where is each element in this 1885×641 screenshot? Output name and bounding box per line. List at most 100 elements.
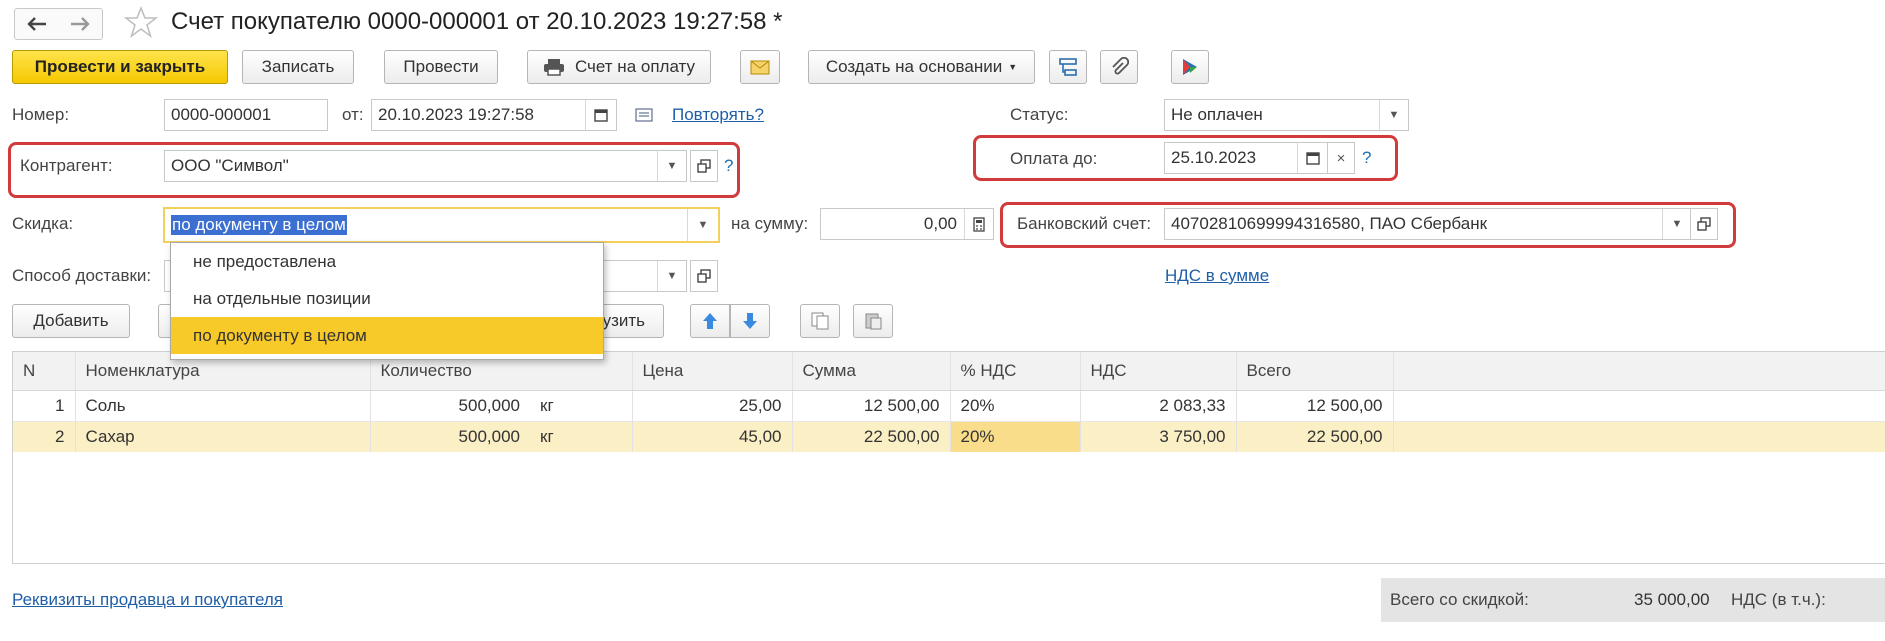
calendar-icon[interactable]: [585, 100, 616, 130]
cell-vat-rate[interactable]: 20%: [950, 390, 1081, 421]
save-button[interactable]: Записать: [242, 50, 354, 84]
cell-vat-rate[interactable]: 20%: [950, 421, 1081, 452]
column-header[interactable]: % НДС: [950, 352, 1081, 391]
bank-account-field[interactable]: 40702810699994316580, ПАО Сбербанк ▼: [1164, 208, 1692, 240]
cell-vat[interactable]: 2 083,33: [1080, 390, 1237, 421]
repeat-link[interactable]: Повторять?: [672, 105, 764, 125]
status-value: Не оплачен: [1171, 105, 1263, 124]
add-row-button[interactable]: Добавить: [12, 304, 130, 338]
total-discount-label: Всего со скидкой:: [1390, 590, 1529, 609]
favorite-star-icon[interactable]: [123, 5, 159, 44]
cell-qty[interactable]: 500,000: [370, 421, 530, 452]
copy-icon: [811, 312, 829, 330]
discount-sum-value: 0,00: [923, 214, 957, 233]
delivery-open-button[interactable]: [690, 260, 718, 292]
contractor-label: Контрагент:: [20, 156, 113, 175]
arrow-right-icon: [71, 17, 90, 31]
cell-empty: [1393, 390, 1885, 421]
move-up-button[interactable]: [690, 304, 730, 338]
dropdown-option[interactable]: не предоставлена: [171, 243, 603, 280]
move-down-button[interactable]: [730, 304, 770, 338]
discount-label: Скидка:: [12, 214, 74, 233]
pay-until-help-icon[interactable]: ?: [1362, 148, 1371, 168]
create-based-on-label: Создать на основании: [825, 57, 1003, 76]
attachment-button[interactable]: [1100, 50, 1138, 84]
cell-price[interactable]: 45,00: [632, 421, 793, 452]
invoice-print-label: Счет на оплату: [574, 57, 696, 76]
back-button[interactable]: [14, 8, 60, 40]
pay-until-field[interactable]: 25.10.2023: [1164, 142, 1329, 174]
contractor-value: ООО "Символ": [171, 156, 289, 175]
cell-sum[interactable]: 22 500,00: [792, 421, 951, 452]
cell-qty[interactable]: 500,000: [370, 390, 530, 421]
calendar-icon[interactable]: [1297, 143, 1328, 173]
paste-rows-button[interactable]: [853, 304, 893, 338]
goods-table-container: N Номенклатура Количество Цена Сумма % Н…: [12, 351, 1885, 564]
clear-date-button[interactable]: ×: [1327, 142, 1355, 174]
column-header: [1393, 352, 1885, 391]
date-field[interactable]: 20.10.2023 19:27:58: [371, 99, 617, 131]
cell-n[interactable]: 2: [13, 421, 76, 452]
table-row[interactable]: 1 Соль 500,000 кг 25,00 12 500,00 20% 2 …: [13, 390, 1885, 421]
cell-unit[interactable]: кг: [530, 390, 633, 421]
status-select[interactable]: Не оплачен ▼: [1164, 99, 1409, 131]
discount-dropdown-list: не предоставлена на отдельные позиции по…: [170, 242, 604, 360]
dropdown-arrow-icon[interactable]: ▼: [657, 151, 686, 181]
vat-in-sum-link[interactable]: НДС в сумме: [1165, 266, 1269, 286]
total-discount-value: 35 000,00: [1634, 590, 1710, 609]
delivery-label: Способ доставки:: [12, 266, 152, 285]
contractor-help-icon[interactable]: ?: [724, 156, 733, 176]
arrow-up-icon: [703, 313, 717, 329]
contractor-field[interactable]: ООО "Символ" ▼: [164, 150, 687, 182]
pay-until-label: Оплата до:: [1010, 149, 1098, 168]
pay-until-value: 25.10.2023: [1171, 148, 1257, 167]
status-label: Статус:: [1010, 105, 1069, 124]
dropdown-option[interactable]: на отдельные позиции: [171, 280, 603, 317]
arrow-down-icon: [743, 313, 757, 329]
column-header[interactable]: Цена: [632, 352, 793, 391]
structure-button[interactable]: [1049, 50, 1087, 84]
open-window-icon: [1697, 217, 1711, 231]
invoice-print-button[interactable]: Счет на оплату: [527, 50, 711, 84]
cell-unit[interactable]: кг: [530, 421, 633, 452]
column-header[interactable]: НДС: [1080, 352, 1237, 391]
date-value: 20.10.2023 19:27:58: [378, 105, 534, 124]
dropdown-arrow-icon[interactable]: ▼: [1662, 209, 1691, 239]
requisites-link[interactable]: Реквизиты продавца и покупателя: [12, 590, 283, 610]
edo-arrows-icon: [1183, 59, 1197, 75]
create-based-on-button[interactable]: Создать на основании ▼: [808, 50, 1035, 84]
column-header[interactable]: Всего: [1236, 352, 1394, 391]
number-label: Номер:: [12, 105, 70, 124]
dropdown-arrow-icon[interactable]: ▼: [1379, 100, 1408, 130]
column-header[interactable]: Сумма: [792, 352, 951, 391]
dropdown-arrow-icon[interactable]: ▼: [657, 261, 686, 291]
table-row[interactable]: 2 Сахар 500,000 кг 45,00 22 500,00 20% 3…: [13, 421, 1885, 452]
calculator-icon[interactable]: [964, 209, 993, 239]
dropdown-option-selected[interactable]: по документу в целом: [171, 317, 603, 354]
post-button[interactable]: Провести: [384, 50, 498, 84]
column-header[interactable]: N: [13, 352, 76, 391]
copy-rows-button[interactable]: [800, 304, 840, 338]
cell-total[interactable]: 12 500,00: [1236, 390, 1394, 421]
comment-icon[interactable]: [635, 107, 653, 127]
number-field[interactable]: 0000-000001: [164, 99, 328, 131]
discount-select[interactable]: по документу в целом ▼: [163, 207, 720, 243]
contractor-open-button[interactable]: [690, 150, 718, 182]
edo-button[interactable]: [1171, 50, 1209, 84]
post-and-close-button[interactable]: Провести и закрыть: [12, 50, 228, 84]
cell-item[interactable]: Сахар: [75, 421, 371, 452]
open-window-icon: [697, 269, 711, 283]
cell-n[interactable]: 1: [13, 390, 76, 421]
email-button[interactable]: [740, 50, 780, 84]
cell-sum[interactable]: 12 500,00: [792, 390, 951, 421]
dropdown-arrow-icon: ▼: [1008, 62, 1018, 72]
bank-account-open-button[interactable]: [1690, 208, 1718, 240]
cell-price[interactable]: 25,00: [632, 390, 793, 421]
cell-total[interactable]: 22 500,00: [1236, 421, 1394, 452]
dropdown-arrow-icon[interactable]: ▼: [687, 209, 718, 241]
cell-vat[interactable]: 3 750,00: [1080, 421, 1237, 452]
discount-sum-field[interactable]: 0,00: [820, 208, 994, 240]
forward-button[interactable]: [58, 8, 103, 40]
vat-included-label: НДС (в т.ч.):: [1731, 590, 1826, 609]
cell-item[interactable]: Соль: [75, 390, 371, 421]
